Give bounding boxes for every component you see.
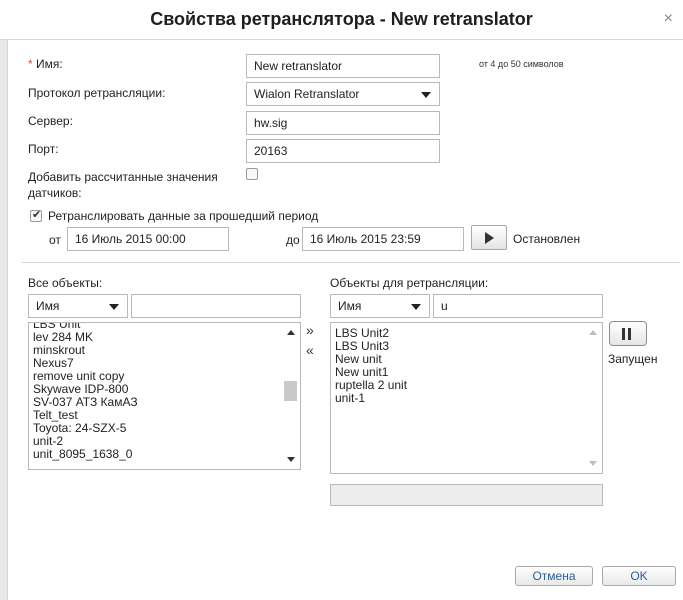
all-objects-search-input[interactable] <box>131 294 301 318</box>
from-date-input[interactable]: 16 Июль 2015 00:00 <box>67 227 229 251</box>
dialog-left-edge <box>0 40 8 600</box>
scroll-down-icon[interactable] <box>287 457 295 462</box>
section-divider <box>22 262 680 263</box>
close-icon[interactable]: × <box>664 10 673 28</box>
all-objects-list[interactable]: LBS Unit lev 284 MK minskrout Nexus7 remove … <box>28 322 301 470</box>
scroll-down-icon[interactable] <box>589 461 597 466</box>
scroll-up-icon[interactable] <box>287 330 295 335</box>
protocol-select[interactable]: Wialon Retranslator <box>246 82 440 106</box>
cancel-button[interactable]: Отмена <box>515 566 593 586</box>
port-input[interactable]: 20163 <box>246 139 440 163</box>
play-icon <box>485 232 494 244</box>
period-label: Ретранслировать данные за прошедший пери… <box>48 209 319 223</box>
status-box <box>330 484 603 506</box>
chevron-down-icon <box>411 304 421 310</box>
sensors-label-line2: датчиков: <box>28 186 82 200</box>
retr-objects-list[interactable]: LBS Unit2 LBS Unit3 New unit New unit1 rupte… <box>330 322 603 474</box>
name-label: * Имя: <box>28 57 63 71</box>
list-item[interactable]: unit-1 <box>331 392 581 405</box>
list-item[interactable]: Toyota: 24-SZX-5 <box>29 422 279 435</box>
retr-objects-search-input[interactable]: u <box>433 294 603 318</box>
name-hint: от 4 до 50 символов <box>479 59 564 69</box>
all-objects-filter-value: Имя <box>36 299 60 313</box>
scroll-up-icon[interactable] <box>589 330 597 335</box>
remove-from-list-icon[interactable]: « <box>306 342 314 358</box>
sensors-label-line1: Добавить рассчитанные значения <box>28 170 218 184</box>
retr-objects-filter-value: Имя <box>338 299 362 313</box>
required-mark: * <box>28 57 33 71</box>
add-to-list-icon[interactable]: » <box>306 322 314 338</box>
from-label: от <box>49 233 61 247</box>
retr-objects-label: Объекты для ретрансляции: <box>330 276 489 290</box>
play-button[interactable] <box>471 225 507 250</box>
period-status: Остановлен <box>513 232 581 246</box>
all-objects-filter-select[interactable]: Имя <box>28 294 128 318</box>
running-status: Запущен <box>608 352 658 366</box>
to-label: до <box>286 233 300 247</box>
all-objects-label: Все объекты: <box>28 276 103 290</box>
retr-objects-filter-select[interactable]: Имя <box>330 294 430 318</box>
period-checkbox[interactable] <box>30 208 42 222</box>
scrollbar-thumb[interactable] <box>284 381 297 401</box>
server-label: Сервер: <box>28 114 73 128</box>
pause-button[interactable] <box>609 321 647 346</box>
list-item[interactable]: ruptella 2 unit <box>331 379 581 392</box>
name-input[interactable]: New retranslator <box>246 54 440 78</box>
port-label: Порт: <box>28 142 59 156</box>
protocol-select-value: Wialon Retranslator <box>254 87 360 101</box>
pause-icon <box>622 328 634 343</box>
chevron-down-icon <box>421 92 431 98</box>
to-date-input[interactable]: 16 Июль 2015 23:59 <box>302 227 464 251</box>
server-input[interactable]: hw.sig <box>246 111 440 135</box>
list-item[interactable]: unit_8095_1638_0 <box>29 448 279 461</box>
sensors-checkbox[interactable] <box>246 168 258 180</box>
chevron-down-icon <box>109 304 119 310</box>
ok-button[interactable]: OK <box>602 566 676 586</box>
name-label-text: Имя: <box>36 57 63 71</box>
protocol-label: Протокол ретрансляции: <box>28 86 166 100</box>
dialog-title: Свойства ретранслятора - New retranslato… <box>150 9 533 29</box>
